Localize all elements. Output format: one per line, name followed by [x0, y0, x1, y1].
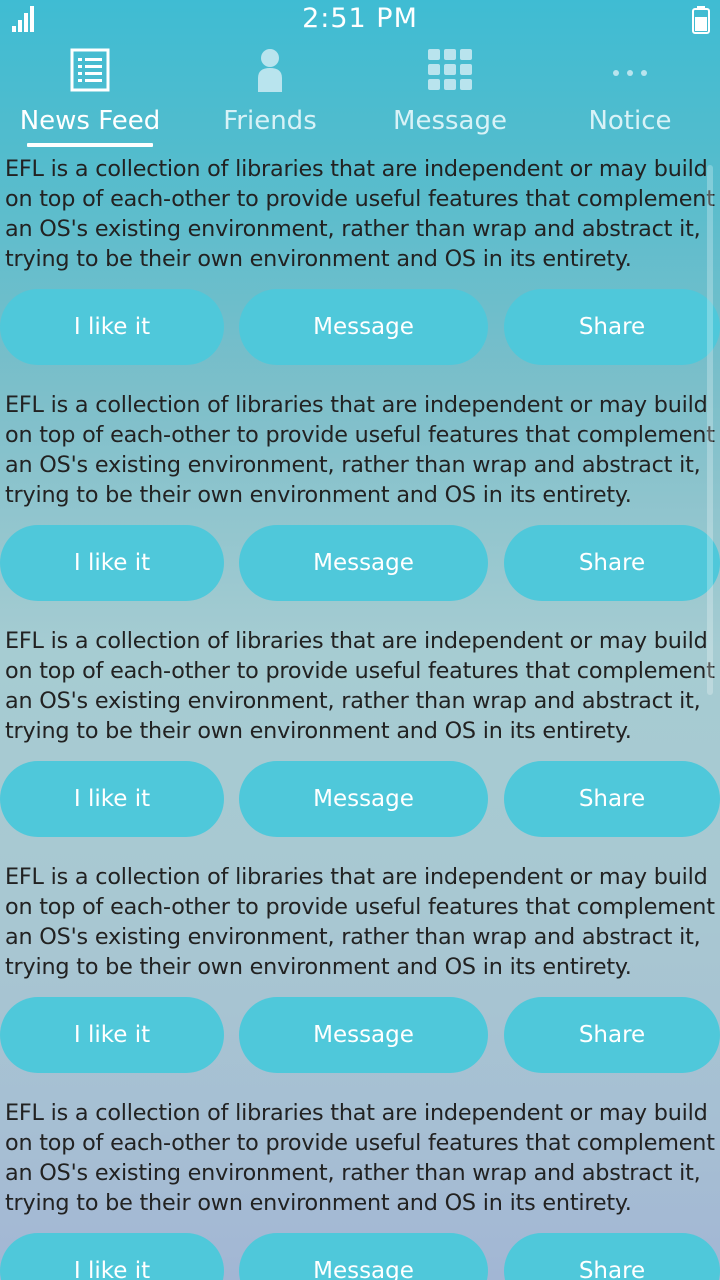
- post-text: EFL is a collection of libraries that ar…: [5, 864, 715, 980]
- share-button[interactable]: Share: [504, 997, 720, 1073]
- message-button[interactable]: Message: [239, 1233, 488, 1280]
- like-button[interactable]: I like it: [0, 525, 224, 601]
- post-text: EFL is a collection of libraries that ar…: [5, 628, 715, 744]
- tab-message[interactable]: Message: [360, 42, 540, 152]
- tab-news-feed[interactable]: News Feed: [0, 42, 180, 152]
- person-icon: [258, 49, 282, 92]
- share-button[interactable]: Share: [504, 525, 720, 601]
- post-text: EFL is a collection of libraries that ar…: [5, 1100, 715, 1216]
- feed-post: EFL is a collection of libraries that ar…: [0, 152, 720, 388]
- more-dots-icon: [613, 70, 647, 76]
- grid-icon: [428, 49, 472, 90]
- feed-post: EFL is a collection of libraries that ar…: [0, 860, 720, 1096]
- message-button[interactable]: Message: [239, 761, 488, 837]
- like-button[interactable]: I like it: [0, 761, 224, 837]
- feed-post: EFL is a collection of libraries that ar…: [0, 1096, 720, 1280]
- message-button[interactable]: Message: [239, 525, 488, 601]
- post-text: EFL is a collection of libraries that ar…: [5, 392, 715, 508]
- share-button[interactable]: Share: [504, 761, 720, 837]
- status-bar: 2:51 PM: [0, 0, 720, 42]
- tab-label: Notice: [588, 106, 672, 136]
- tab-label: Friends: [223, 106, 317, 136]
- news-feed-icon: [70, 48, 110, 92]
- tab-label: News Feed: [19, 106, 161, 136]
- message-button[interactable]: Message: [239, 997, 488, 1073]
- message-button[interactable]: Message: [239, 289, 488, 365]
- share-button[interactable]: Share: [504, 1233, 720, 1280]
- status-time: 2:51 PM: [302, 3, 418, 34]
- feed-post: EFL is a collection of libraries that ar…: [0, 624, 720, 860]
- like-button[interactable]: I like it: [0, 1233, 224, 1280]
- feed-post: EFL is a collection of libraries that ar…: [0, 388, 720, 624]
- tab-label: Message: [393, 106, 507, 136]
- battery-icon: [692, 6, 710, 34]
- tab-notice[interactable]: Notice: [540, 42, 720, 152]
- feed-scrollbar[interactable]: [707, 165, 713, 695]
- tab-friends[interactable]: Friends: [180, 42, 360, 152]
- post-text: EFL is a collection of libraries that ar…: [5, 156, 715, 272]
- tab-bar: News Feed Friends Message Notice: [0, 42, 720, 152]
- active-tab-indicator: [27, 143, 153, 147]
- like-button[interactable]: I like it: [0, 289, 224, 365]
- news-feed-list[interactable]: EFL is a collection of libraries that ar…: [0, 152, 720, 1280]
- share-button[interactable]: Share: [504, 289, 720, 365]
- like-button[interactable]: I like it: [0, 997, 224, 1073]
